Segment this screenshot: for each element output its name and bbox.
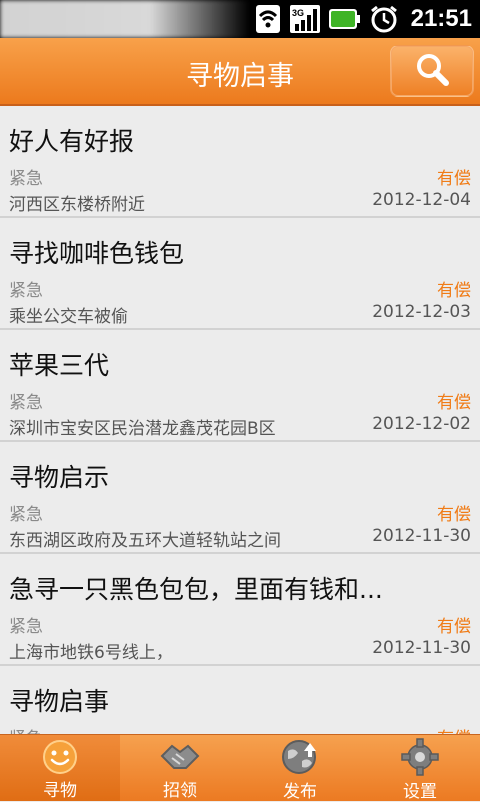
item-title: 寻物启事 [9,687,110,716]
list-item[interactable]: 寻物启示 紧急 有偿 东西湖区政府及五环大道轻轨站之间 2012-11-30 [0,442,480,554]
item-reward: 有偿 [437,617,471,637]
tab-label: 招领 [163,781,197,801]
smiley-icon [41,737,79,776]
handshake-icon [158,737,202,776]
item-location: 上海市地铁6号线上， [9,643,173,663]
item-reward: 有偿 [437,169,471,189]
item-urgency: 紧急 [9,505,43,525]
item-date: 2012-12-04 [372,190,471,210]
item-reward: 有偿 [437,281,471,301]
item-title: 寻找咖啡色钱包 [9,239,185,268]
list-item[interactable]: 好人有好报 紧急 有偿 河西区东楼桥附近 2012-12-04 [0,106,480,218]
app-header: 寻物启事 [0,38,480,106]
item-urgency: 紧急 [9,393,43,413]
list-item[interactable]: 急寻一只黑色包包，里面有钱和... 紧急 有偿 上海市地铁6号线上， 2012-… [0,554,480,666]
gear-icon [400,737,440,777]
search-button[interactable] [390,45,474,97]
item-location: 东西湖区政府及五环大道轻轨站之间 [9,531,281,551]
item-location: 河西区东楼桥附近 [9,195,145,215]
item-urgency: 紧急 [9,617,43,637]
item-reward: 有偿 [437,724,471,734]
status-clock: 21:51 [410,5,472,32]
item-urgency: 紧急 [9,724,43,734]
item-title: 急寻一只黑色包包，里面有钱和... [9,575,383,604]
item-location: 乘坐公交车被偷 [9,307,128,327]
item-title: 苹果三代 [9,351,110,380]
tab-settings[interactable]: 设置 [360,735,480,802]
tab-publish[interactable]: 发布 [240,735,360,802]
item-urgency: 紧急 [9,169,43,189]
item-date: 2012-11-30 [372,526,471,546]
bottom-tab-bar: 寻物 招领 发布 设置 [0,734,480,802]
tab-label: 设置 [403,782,437,802]
item-location: 深圳市宝安区民治潜龙鑫茂花园B区 [9,419,276,439]
wifi-icon [255,4,281,34]
status-bar: 3G 21:51 [0,0,480,38]
item-reward: 有偿 [437,393,471,413]
tab-label: 寻物 [43,781,77,801]
list-item[interactable]: 寻物启事 紧急 有偿 [0,666,480,734]
item-title: 寻物启示 [9,463,110,492]
item-date: 2012-12-03 [372,302,471,322]
tab-lost-items[interactable]: 寻物 [0,735,120,801]
alarm-icon [369,4,399,34]
tab-label: 发布 [283,782,317,802]
signal-icon: 3G [289,4,321,34]
item-date: 2012-12-02 [372,414,471,434]
item-reward: 有偿 [437,505,471,525]
globe-upload-icon [280,737,320,777]
list-item[interactable]: 寻找咖啡色钱包 紧急 有偿 乘坐公交车被偷 2012-12-03 [0,218,480,330]
status-bar-blurred-notification [0,0,250,38]
item-title: 好人有好报 [9,127,135,156]
item-urgency: 紧急 [9,281,43,301]
search-icon [412,49,452,93]
status-icons: 3G 21:51 [255,2,472,36]
lost-item-list[interactable]: 好人有好报 紧急 有偿 河西区东楼桥附近 2012-12-04 寻找咖啡色钱包 … [0,106,480,734]
tab-found-items[interactable]: 招领 [120,735,240,801]
item-date: 2012-11-30 [372,638,471,658]
list-item[interactable]: 苹果三代 紧急 有偿 深圳市宝安区民治潜龙鑫茂花园B区 2012-12-02 [0,330,480,442]
svg-text:3G: 3G [292,8,304,18]
battery-icon [328,8,361,30]
